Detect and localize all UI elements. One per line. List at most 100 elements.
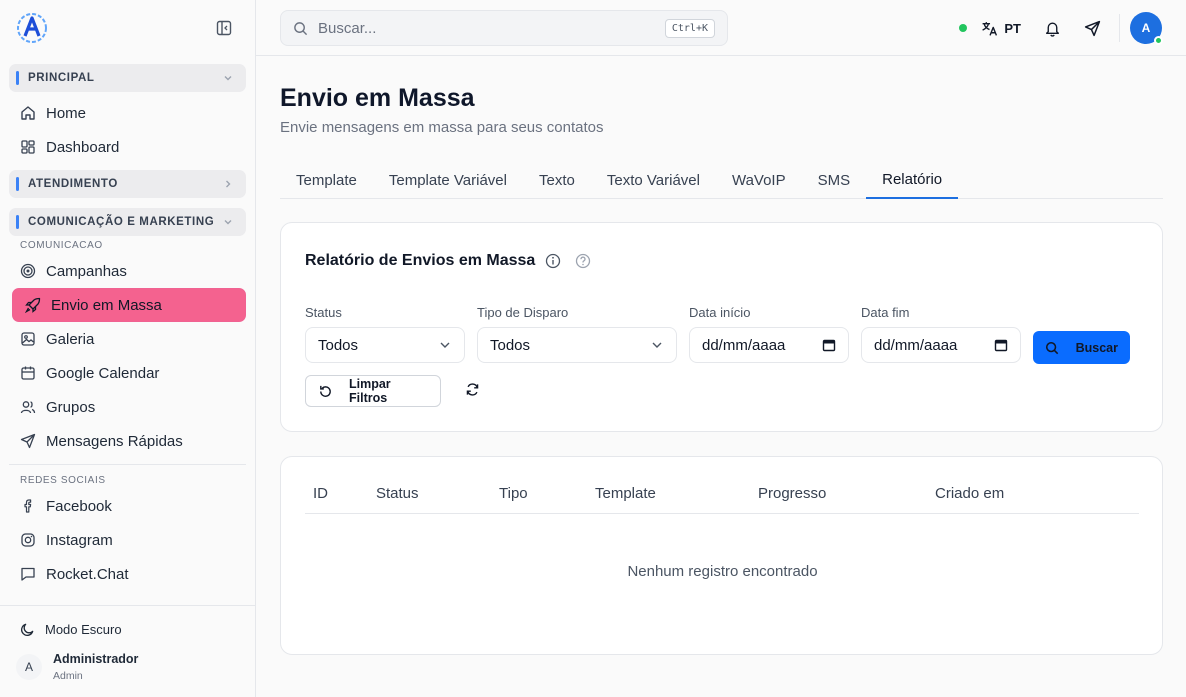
sidebar-item-instagram[interactable]: Instagram [9,523,246,557]
refresh-icon [465,382,480,397]
sidebar-footer: Modo Escuro A Administrador Admin [0,605,255,697]
info-icon[interactable] [545,253,561,269]
status-field: Status Todos [305,305,465,363]
column-header-template[interactable]: Template [595,485,656,502]
section-comunicacao-marketing[interactable]: COMUNICAÇÃO E MARKETING [9,208,246,236]
bell-icon[interactable] [1043,19,1061,37]
chevron-down-icon [438,338,452,352]
sidebar-item-facebook[interactable]: Facebook [9,489,246,523]
sidebar-item-google-calendar[interactable]: Google Calendar [9,356,246,390]
sidebar-item-home[interactable]: Home [9,96,246,130]
translate-icon [981,20,998,37]
refresh-button[interactable] [465,382,481,398]
sidebar-collapse-icon[interactable] [215,19,233,37]
status-value: Todos [318,336,359,354]
shortcut-badge: Ctrl+K [664,18,715,38]
tab-texto[interactable]: Texto [523,162,591,199]
topbar-actions: PT A [959,0,1186,56]
tab-relatorio[interactable]: Relatório [866,162,959,199]
sidebar-item-dashboard[interactable]: Dashboard [9,130,246,164]
tipo-disparo-select[interactable]: Todos [477,327,677,363]
online-indicator [1154,36,1163,45]
target-icon [20,263,36,279]
empty-state-message: Nenhum registro encontrado [627,563,818,580]
section-atendimento[interactable]: ATENDIMENTO [9,170,246,198]
status-select[interactable]: Todos [305,327,465,363]
data-fim-label: Data fim [861,305,910,320]
help-icon[interactable] [575,253,591,269]
calendar-icon[interactable] [822,338,836,352]
column-header-criado-em[interactable]: Criado em [935,485,1004,502]
page-subtitle: Envie mensagens em massa para seus conta… [280,119,604,136]
language-selector[interactable]: PT [981,20,1021,37]
group-label-redes-sociais: REDES SOCIAIS [20,474,106,486]
sidebar-nav: PRINCIPAL Home Dashboard ATENDIMENTO COM… [0,64,255,591]
avatar-initial: A [1141,21,1151,35]
tipo-disparo-label: Tipo de Disparo [477,305,569,320]
column-header-id[interactable]: ID [313,485,328,502]
sidebar-item-label: Instagram [46,531,113,549]
tipo-disparo-value: Todos [490,336,531,354]
tipo-disparo-field: Tipo de Disparo Todos [477,305,677,363]
sidebar-item-label: Grupos [46,398,96,416]
chevron-down-icon [222,216,234,228]
sidebar-item-campanhas[interactable]: Campanhas [9,254,246,288]
section-label: COMUNICAÇÃO E MARKETING [28,216,215,228]
section-principal[interactable]: PRINCIPAL [9,64,246,92]
table-header: ID Status Tipo Template Progresso Criado… [305,457,1139,514]
chevron-right-icon [222,178,234,190]
sidebar-item-envio-em-massa[interactable]: Envio em Massa [12,288,246,322]
data-fim-input[interactable]: dd/mm/aaaa [861,327,1021,363]
column-header-tipo[interactable]: Tipo [499,485,528,502]
users-icon [20,399,36,415]
data-fim-field: Data fim dd/mm/aaaa [861,305,1021,363]
sidebar-item-grupos[interactable]: Grupos [9,390,246,424]
tab-wavoip[interactable]: WaVoIP [716,162,802,199]
tab-sms[interactable]: SMS [802,162,867,199]
tab-template[interactable]: Template [280,162,373,199]
section-label: ATENDIMENTO [28,178,118,190]
tab-texto-variavel[interactable]: Texto Variável [591,162,716,199]
app-logo[interactable] [16,12,48,44]
calendar-icon[interactable] [994,338,1008,352]
dark-mode-label: Modo Escuro [45,622,122,637]
sidebar-divider [9,464,246,465]
user-avatar[interactable]: A [1130,12,1163,45]
sidebar-item-label: Facebook [46,497,112,515]
chevron-down-icon [650,338,664,352]
sidebar-item-mensagens-rapidas[interactable]: Mensagens Rápidas [9,424,246,458]
data-inicio-value: dd/mm/aaaa [702,336,786,354]
user-profile[interactable]: A Administrador Admin [16,652,138,682]
search-input[interactable] [318,19,665,37]
search-button[interactable]: Buscar [1033,331,1130,364]
sidebar-item-galeria[interactable]: Galeria [9,322,246,356]
filters-title-row: Relatório de Envios em Massa [305,252,591,270]
column-header-status[interactable]: Status [376,485,419,502]
tab-template-variavel[interactable]: Template Variável [373,162,523,199]
home-icon [20,105,36,121]
sidebar-item-rocket-chat[interactable]: Rocket.Chat [9,557,246,591]
connection-status-dot [959,24,968,32]
dashboard-icon [20,139,36,155]
clear-filters-button[interactable]: Limpar Filtros [305,375,441,407]
data-inicio-label: Data início [689,305,751,320]
avatar: A [16,654,42,680]
search-icon [1045,341,1059,355]
column-header-progresso[interactable]: Progresso [758,485,826,502]
report-table: ID Status Tipo Template Progresso Criado… [280,456,1163,655]
search-box[interactable]: Ctrl+K [280,10,728,46]
section-label: PRINCIPAL [28,72,95,84]
send-icon [20,433,36,449]
group-label-comunicacao: COMUNICACAO [20,239,103,251]
sidebar: PRINCIPAL Home Dashboard ATENDIMENTO COM… [0,0,256,697]
sidebar-item-label: Rocket.Chat [46,565,129,583]
search-button-label: Buscar [1075,340,1118,355]
data-inicio-input[interactable]: dd/mm/aaaa [689,327,849,363]
send-icon[interactable] [1083,19,1101,37]
image-icon [20,331,36,347]
topbar: Ctrl+K PT A [256,0,1186,56]
tab-bar: Template Template Variável Texto Texto V… [280,162,1163,199]
sidebar-item-label: Envio em Massa [51,296,162,314]
dark-mode-toggle[interactable]: Modo Escuro [20,622,122,637]
language-code: PT [1004,20,1021,36]
